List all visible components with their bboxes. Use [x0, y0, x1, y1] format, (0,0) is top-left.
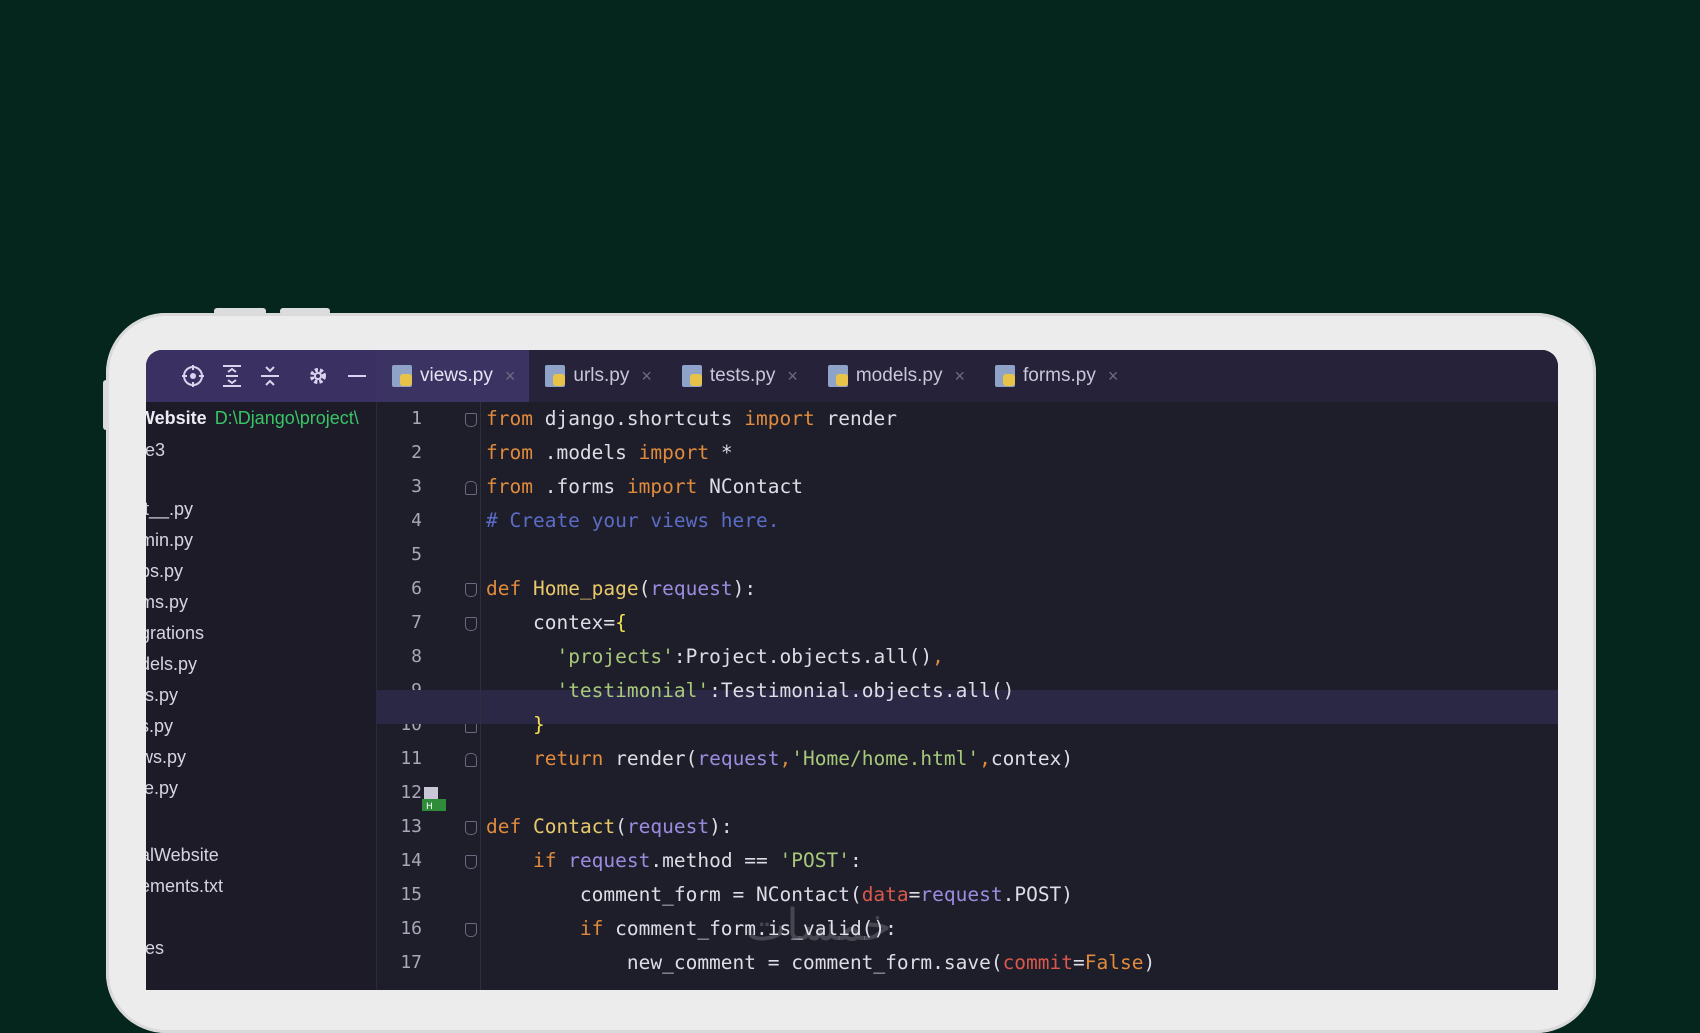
project-tree: Website D:\Django\project\ te3 it__.py mi… [146, 402, 376, 990]
fold-marker-icon[interactable] [465, 923, 477, 937]
line-number: 4 [411, 510, 422, 531]
code-line: } [532, 713, 545, 736]
tab-urls-py[interactable]: urls.py × [529, 350, 665, 402]
minimize-icon[interactable] [337, 350, 376, 402]
fold-marker-icon[interactable] [465, 855, 477, 869]
expand-all-icon[interactable] [212, 350, 251, 402]
fold-marker-icon[interactable] [465, 481, 477, 495]
python-file-icon [392, 365, 412, 387]
line-number: 2 [411, 442, 422, 463]
tree-item[interactable]: je.py [146, 778, 178, 799]
line-number: 7 [411, 612, 422, 633]
crosshair-icon[interactable] [174, 350, 213, 402]
code-line: # Create your views here. [486, 509, 780, 532]
project-path: D:\Django\project\ [214, 408, 359, 428]
tab-forms-py[interactable]: forms.py × [979, 350, 1132, 402]
close-icon[interactable]: × [505, 366, 516, 387]
tree-item[interactable]: it__.py [146, 499, 193, 520]
device-button [280, 308, 330, 315]
close-icon[interactable]: × [954, 366, 965, 387]
device-side-button [103, 380, 109, 430]
fold-marker-icon[interactable] [465, 413, 477, 427]
code-line: 'projects':Project.objects.all(), [556, 645, 944, 668]
project-root[interactable]: Website D:\Django\project\ [146, 408, 359, 429]
tree-item[interactable]: ts.py [146, 685, 178, 706]
fold-marker-icon[interactable] [465, 583, 477, 597]
tab-label: forms.py [1022, 365, 1096, 386]
tab-views-py[interactable]: views.py × [376, 350, 530, 402]
tree-item[interactable]: ws.py [146, 747, 186, 768]
gear-icon[interactable] [299, 350, 338, 402]
close-icon[interactable]: × [1108, 366, 1119, 387]
svg-text:H: H [426, 802, 433, 811]
fold-marker-icon[interactable] [465, 617, 477, 631]
line-number: 3 [411, 476, 422, 497]
code-line: def Home_page(request): [486, 577, 757, 600]
code-line: from django.shortcuts import render [486, 407, 897, 430]
tab-models-py[interactable]: models.py × [812, 350, 979, 402]
code-line: from .models import * [486, 441, 733, 464]
line-number: 16 [400, 918, 422, 939]
fold-marker-icon[interactable] [465, 821, 477, 835]
code-line: new_comment = comment_form.save(commit=F… [486, 951, 1156, 974]
tab-label: urls.py [573, 365, 630, 386]
code-line: 'testimonial':Testimonial.objects.all() [556, 679, 1015, 702]
editor-tabs: views.py × urls.py × tests.py × models.py × form… [376, 350, 1558, 402]
line-number: 11 [400, 748, 422, 769]
code-line: from .forms import NContact [486, 475, 804, 498]
tree-item[interactable]: ms.py [146, 592, 188, 613]
tree-item[interactable]: dels.py [146, 654, 197, 675]
tab-label: models.py [855, 365, 943, 386]
python-file-icon [994, 365, 1015, 387]
python-file-icon [545, 365, 566, 387]
tab-tests-py[interactable]: tests.py × [666, 350, 812, 402]
close-icon[interactable]: × [641, 366, 652, 387]
line-number: 12 [400, 782, 422, 803]
project-toolbar [146, 350, 376, 402]
tab-label: views.py [420, 365, 493, 386]
watermark-logo: خمسات [745, 900, 892, 951]
line-number: 13 [400, 816, 422, 837]
tab-label: tests.py [709, 365, 776, 386]
collapse-all-icon[interactable] [251, 350, 290, 402]
run-marker-icon[interactable]: H [422, 785, 446, 812]
tree-item[interactable]: te3 [146, 440, 165, 461]
code-line: return render(request,'Home/home.html',c… [532, 747, 1074, 770]
line-number: 5 [411, 544, 422, 565]
line-number: 14 [400, 850, 422, 871]
tree-item[interactable]: tes [146, 938, 164, 959]
tree-item[interactable]: ements.txt [146, 876, 223, 897]
tree-item[interactable]: ps.py [146, 561, 183, 582]
line-number: 8 [411, 646, 422, 667]
python-file-icon [681, 365, 702, 387]
close-icon[interactable]: × [787, 366, 798, 387]
code-line: def Contact(request): [486, 815, 733, 838]
tree-item[interactable]: min.py [146, 530, 193, 551]
code-line: contex={ [486, 611, 627, 634]
project-name: Website [146, 408, 207, 428]
line-number: 1 [411, 408, 422, 429]
code-line: if request.method == 'POST': [532, 849, 862, 872]
ide-screen: views.py × urls.py × tests.py × models.py × form… [146, 350, 1558, 990]
line-number: 6 [411, 578, 422, 599]
code-editor[interactable]: from django.shortcuts import render from… [376, 402, 1558, 990]
device-button [214, 308, 266, 315]
tree-item[interactable]: grations [146, 623, 204, 644]
tree-item[interactable]: alWebsite [146, 845, 219, 866]
python-file-icon [827, 365, 848, 387]
tree-item[interactable]: s.py [146, 716, 173, 737]
line-number: 15 [400, 884, 422, 905]
fold-marker-icon[interactable] [465, 753, 477, 767]
